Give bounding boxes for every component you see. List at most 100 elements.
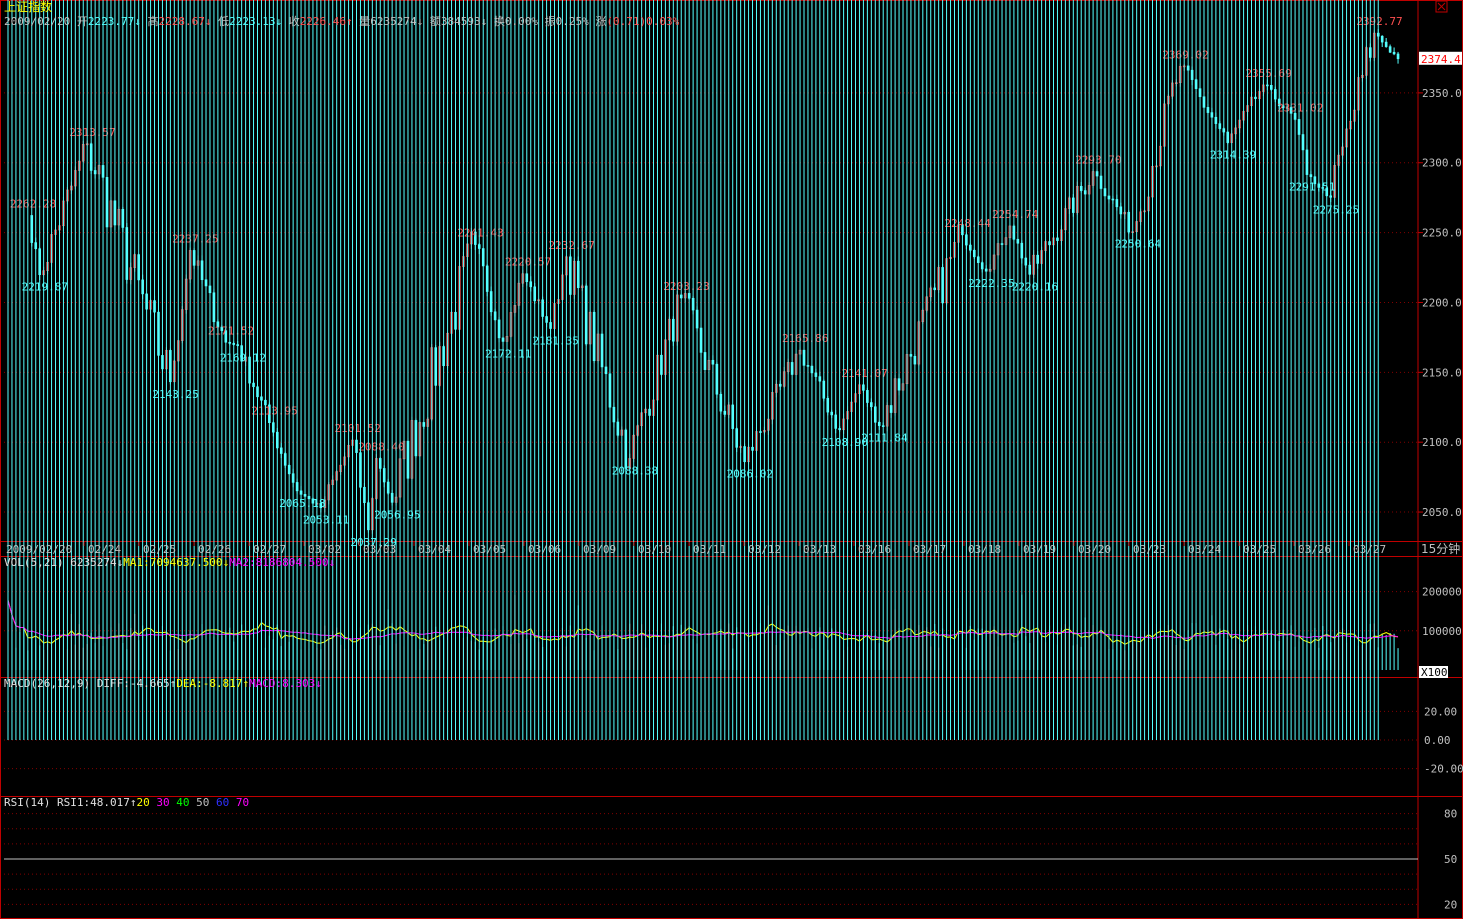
x-axis-label: 03/27 [1353, 543, 1386, 556]
vol-tick-label: 100000 [1422, 625, 1462, 638]
header-label: 开 [77, 15, 88, 28]
header-arrow: ↑ [346, 15, 359, 28]
macd-tick-label: 0.00 [1424, 734, 1451, 747]
pivot-label: 2143.25 [152, 388, 198, 401]
candle-body [1392, 51, 1396, 55]
axis-labels: 2350.02300.02250.02200.02150.02100.02050… [6, 51, 1463, 911]
x-axis-label: 03/17 [913, 543, 946, 556]
x-axis-label: 03/11 [693, 543, 726, 556]
x-axis-label: 02/27 [253, 543, 286, 556]
header-value: 0.25% [556, 15, 589, 28]
header-arrow: ↓ [481, 15, 494, 28]
rsi-level: 70 [236, 796, 249, 809]
x-axis-label: 03/06 [528, 543, 561, 556]
vol-unit: X100 [1421, 666, 1448, 679]
macd-arrow: ↓ [315, 677, 322, 690]
pivot-label: 2171.52 [208, 324, 254, 337]
pivot-label: 2275.25 [1313, 203, 1359, 216]
pivot-label: 2222.35 [968, 277, 1014, 290]
macd-dea-arrow: ↑ [242, 677, 249, 690]
grid-lines [4, 92, 1423, 905]
pivot-label: 2355.69 [1245, 67, 1291, 80]
x-axis-label: 03/05 [473, 543, 506, 556]
pivot-label: 2086.02 [727, 468, 773, 481]
x-axis-label: 03/20 [1078, 543, 1111, 556]
rsi-level: 60 [216, 796, 236, 809]
pivot-label: 2101.52 [335, 422, 381, 435]
macd-tick-label: -20.00 [1424, 763, 1463, 776]
period-label: 15分钟 [1421, 541, 1460, 556]
rsi-header: RSI(14) RSI1:48.017↑20 30 40 50 60 70 [4, 796, 249, 809]
price-tick-label: 2200.0 [1422, 296, 1462, 309]
pivot-label: 2172.11 [485, 347, 531, 360]
vol-value: 6235274 [70, 556, 117, 569]
pivot-label: 2088.40 [358, 440, 404, 453]
rsi-arrow: ↑ [130, 796, 137, 809]
pivot-label: 2250.64 [1115, 238, 1162, 251]
pivot-label: 2169.12 [220, 352, 266, 365]
header-arrow: ↓ [417, 15, 430, 28]
rsi-level: 30 [156, 796, 176, 809]
header-value: 6235274 [370, 15, 417, 28]
vol-ma2: MA2:8186804.500 [229, 556, 328, 569]
pivot-label: 2291.51 [1289, 181, 1335, 194]
price-tick-label: 2250.0 [1422, 227, 1462, 240]
pivot-label: 2331.02 [1277, 101, 1323, 114]
x-axis-label: 2009/02/20 [6, 543, 72, 556]
x-axis-label: 03/25 [1243, 543, 1276, 556]
pivot-label: 2262.28 [10, 197, 56, 210]
macd-diff-arrow: ↑ [170, 677, 177, 690]
rsi-value: RSI1:48.017 [57, 796, 130, 809]
vol-ma2-arrow: ↓ [329, 556, 336, 569]
pivot-label: 2113.95 [251, 405, 297, 418]
stock-chart[interactable]: 2262.28 2219.87 2313.57 2143.25 2237.25 2171.… [0, 0, 1463, 919]
price-tick-label: 2350.0 [1422, 87, 1462, 100]
macd-dea: DEA:-8.817 [176, 677, 242, 690]
close-icon[interactable] [1435, 0, 1448, 13]
vol-ma1-arrow: ↓ [223, 556, 230, 569]
x-axis-label: 03/03 [363, 543, 396, 556]
price-tick-label: 2050.0 [1422, 506, 1462, 519]
pivot-label: 2165.86 [782, 332, 828, 345]
macd-header: MACD(26,12,9) DIFF:-4.665↑DEA:-8.817↑MAC… [4, 677, 322, 690]
price-tick-label: 2300.0 [1422, 157, 1462, 170]
x-axis-label: 03/12 [748, 543, 781, 556]
x-axis-label: 03/10 [638, 543, 671, 556]
header-label: 收 [289, 14, 300, 28]
vol-name: VOL(5,21) [4, 556, 70, 569]
rsi-level: 20 [136, 796, 156, 809]
header-label: 换 [494, 14, 505, 28]
header-label: 量 [359, 15, 370, 28]
candle-body [1388, 46, 1392, 53]
header-arrow: ↓ [275, 15, 288, 28]
header-date: 2009/02/20 [4, 15, 77, 28]
macd-diff: DIFF:-4.665 [97, 677, 170, 690]
ohlc-header: 2009/02/20 开2223.77↓ 高2228.67↓ 低2223.13↓… [4, 14, 680, 28]
header-label: 低 [218, 15, 229, 28]
pivot-label: 2241.43 [457, 227, 503, 240]
chart-title: 上证指数 [4, 0, 52, 14]
volume-ma-lines [7, 599, 1399, 645]
header-label: 涨 [595, 15, 606, 28]
pivot-label: 2056.95 [374, 508, 420, 521]
pivot-label: 2369.02 [1162, 48, 1208, 61]
macd-tick-label: 20.00 [1424, 705, 1457, 718]
x-axis-label: 03/09 [583, 543, 616, 556]
candle-body [1384, 41, 1388, 47]
header-arrow: ↓ [134, 15, 147, 28]
pivot-label: 2203.23 [663, 280, 709, 293]
header-label: 振 [545, 14, 556, 28]
price-pivot-labels: 2262.28 2219.87 2313.57 2143.25 2237.25 2171.… [10, 15, 1403, 549]
current-price-label: 2374.4 [1421, 53, 1461, 66]
header-label: 额 [430, 15, 441, 28]
x-axis-label: 03/23 [1133, 543, 1166, 556]
header-arrow [589, 15, 596, 28]
x-axis-label: 02/26 [198, 543, 231, 556]
header-arrow: ↓ [205, 15, 218, 28]
x-axis-label: 03/19 [1023, 543, 1056, 556]
header-value: (0.71)0.03% [606, 15, 679, 28]
rsi-tick-label: 80 [1444, 808, 1457, 821]
rsi-name: RSI(14) [4, 796, 57, 809]
pivot-label: 2392.77 [1356, 15, 1402, 28]
pivot-label: 2111.84 [861, 432, 908, 445]
